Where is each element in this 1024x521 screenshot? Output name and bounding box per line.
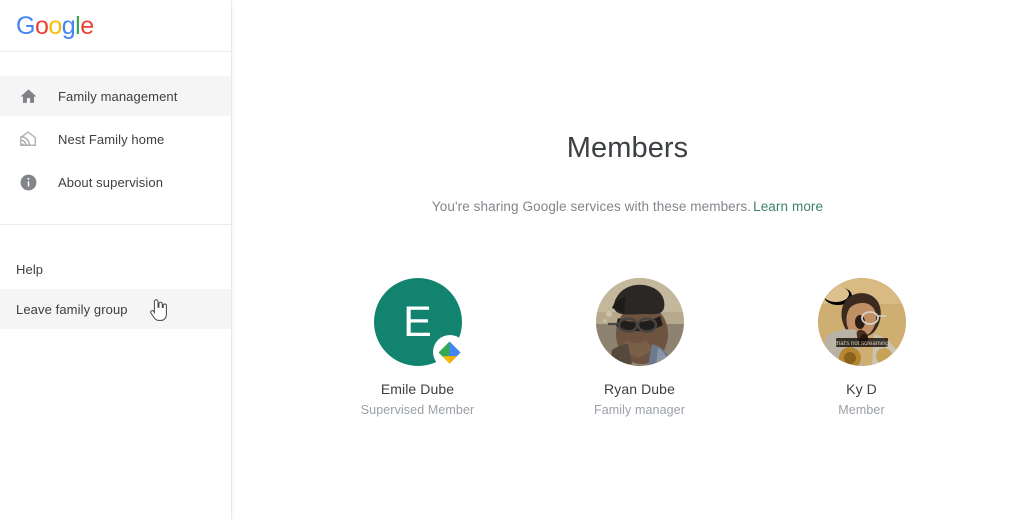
- sidebar-item-about-supervision[interactable]: About supervision: [0, 162, 231, 202]
- member-role: Family manager: [593, 403, 685, 417]
- avatar-initial: E: [403, 297, 432, 346]
- logo-letter-e: e: [80, 11, 94, 40]
- member-name: Ky D: [846, 381, 877, 397]
- family-link-badge-icon: [432, 335, 467, 369]
- logo-letter-G: G: [16, 11, 35, 40]
- main-content: Members You're sharing Google services w…: [231, 0, 1024, 521]
- sidebar: Google Family management Nest Family hom…: [0, 0, 231, 521]
- info-icon: [16, 170, 40, 194]
- sidebar-item-label: Nest Family home: [58, 131, 165, 147]
- svg-text:that's not screaming: that's not screaming: [835, 341, 889, 347]
- sidebar-nav: Family management Nest Family home About…: [0, 52, 231, 202]
- nest-icon: [16, 127, 40, 151]
- member-card[interactable]: E Emile Dube Supervised Member: [334, 278, 502, 417]
- sidebar-item-label: Help: [16, 261, 44, 277]
- member-photo: that's not screaming: [817, 278, 906, 366]
- page-subtitle-text: You're sharing Google services with thes…: [431, 199, 752, 214]
- sidebar-item-family-management[interactable]: Family management: [0, 76, 231, 116]
- sidebar-item-label: About supervision: [58, 174, 164, 190]
- sidebar-item-label: Family management: [58, 88, 178, 104]
- logo-letter-g: g: [61, 11, 76, 40]
- member-photo: [595, 278, 684, 366]
- learn-more-link[interactable]: Learn more: [753, 199, 823, 214]
- page-title: Members: [566, 132, 689, 164]
- member-card[interactable]: that's not screaming Ky D Member: [778, 278, 946, 417]
- nav-bottom-spacer: [0, 202, 231, 224]
- sidebar-item-label: Leave family group: [16, 301, 128, 317]
- member-name: Emile Dube: [380, 381, 455, 397]
- member-card[interactable]: Ryan Dube Family manager: [556, 278, 724, 417]
- sidebar-item-nest-family-home[interactable]: Nest Family home: [0, 119, 231, 159]
- avatar[interactable]: that's not screaming: [817, 278, 906, 366]
- page-subtitle: You're sharing Google services with thes…: [231, 165, 1024, 214]
- members-list: E Emile Dube Supervised Member Ryan Dube…: [231, 278, 1024, 417]
- sidebar-item-leave-family-group[interactable]: Leave family group: [0, 289, 231, 329]
- member-name: Ryan Dube: [604, 381, 675, 397]
- avatar-wrapper: that's not screaming: [817, 278, 906, 366]
- family-members-page: Google Family management Nest Family hom…: [0, 0, 1024, 521]
- avatar-wrapper: E: [373, 278, 467, 369]
- sidebar-item-help[interactable]: Help: [0, 249, 231, 289]
- member-role: Supervised Member: [360, 403, 475, 417]
- avatar[interactable]: [595, 278, 684, 366]
- avatar-wrapper: [595, 278, 684, 366]
- logo-letter-o1: o: [34, 11, 49, 40]
- member-role: Member: [838, 403, 885, 417]
- logo-letter-o2: o: [48, 11, 62, 40]
- google-logo[interactable]: Google: [0, 0, 231, 51]
- home-icon: [16, 84, 40, 108]
- sidebar-footer: Help Leave family group: [0, 225, 231, 329]
- google-logo-text: Google: [16, 13, 94, 39]
